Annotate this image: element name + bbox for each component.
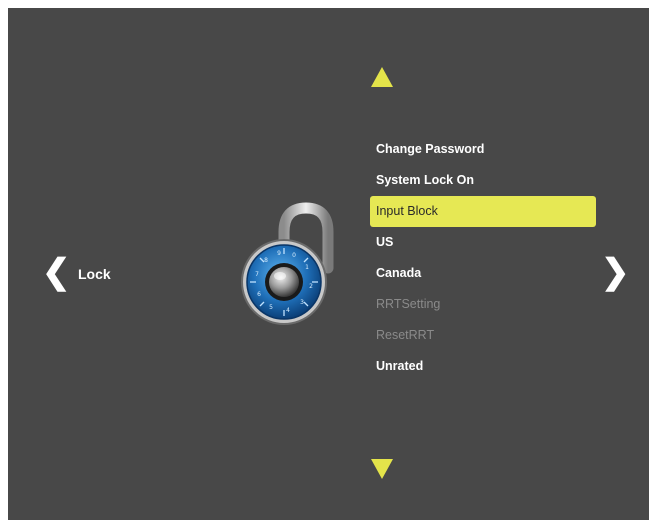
chevron-left-icon[interactable]: ❮ bbox=[42, 255, 71, 289]
svg-text:5: 5 bbox=[269, 304, 273, 311]
menu-item-unrated[interactable]: Unrated bbox=[370, 351, 596, 382]
scroll-up-arrow-icon[interactable] bbox=[371, 67, 393, 87]
menu-item-canada[interactable]: Canada bbox=[370, 258, 596, 289]
lock-settings-menu: Change Password System Lock On Input Blo… bbox=[370, 134, 596, 382]
combination-padlock-icon: 0 1 2 3 4 5 6 7 8 9 bbox=[241, 202, 334, 325]
svg-text:4: 4 bbox=[286, 307, 290, 314]
svg-text:2: 2 bbox=[309, 283, 313, 290]
scroll-down-arrow-icon[interactable] bbox=[371, 459, 393, 479]
svg-text:9: 9 bbox=[277, 250, 281, 257]
svg-text:0: 0 bbox=[292, 252, 296, 259]
section-title: Lock bbox=[78, 266, 111, 282]
svg-text:1: 1 bbox=[305, 264, 309, 271]
menu-item-change-password[interactable]: Change Password bbox=[370, 134, 596, 165]
svg-text:3: 3 bbox=[300, 299, 304, 306]
svg-text:7: 7 bbox=[255, 271, 259, 278]
menu-item-input-block[interactable]: Input Block bbox=[370, 196, 596, 227]
chevron-right-icon[interactable]: ❯ bbox=[601, 255, 630, 289]
menu-item-rrt-setting: RRTSetting bbox=[376, 297, 441, 311]
menu-item-reset-rrt: ResetRRT bbox=[376, 328, 435, 342]
menu-item-system-lock[interactable]: System Lock On bbox=[370, 165, 596, 196]
svg-text:6: 6 bbox=[257, 291, 261, 298]
svg-text:8: 8 bbox=[264, 257, 268, 264]
tv-menu-screen: ❮ Lock 0 1 2 3 4 5 6 7 8 9 Change Passwo… bbox=[8, 8, 649, 520]
menu-item-us[interactable]: US bbox=[370, 227, 596, 258]
